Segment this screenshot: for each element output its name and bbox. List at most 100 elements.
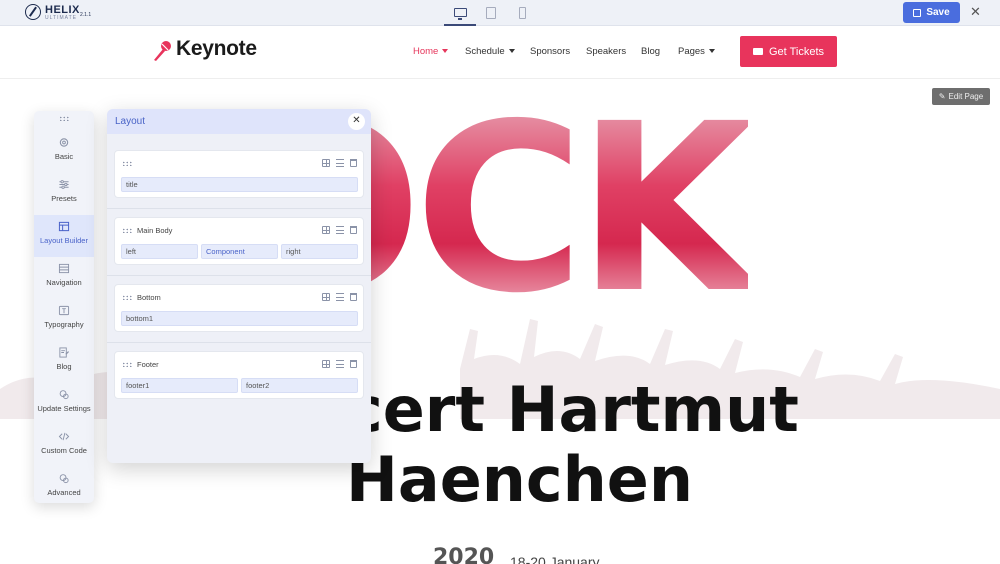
concert-title-line-1: cert Hartmut (346, 373, 799, 446)
layout-icon (58, 221, 70, 232)
app-version: 2.1.1 (80, 12, 92, 18)
mobile-icon (518, 7, 526, 19)
row-delete-icon[interactable] (350, 159, 357, 167)
row-drag-handle-icon[interactable] (122, 161, 132, 166)
row-delete-icon[interactable] (350, 293, 357, 301)
sidebar-item-advanced[interactable]: Advanced (34, 467, 94, 509)
sliders-icon (59, 180, 69, 189)
row-name: Bottom (137, 293, 161, 302)
layout-panel-title: Layout (115, 116, 146, 127)
sidebar-item-label: Presets (51, 194, 77, 203)
row-settings-icon[interactable] (336, 293, 344, 301)
layout-column[interactable]: Component (201, 244, 278, 259)
sidebar-item-label: Navigation (46, 278, 82, 287)
layout-row-bottom[interactable]: Bottom bottom1 (114, 284, 364, 332)
layout-column[interactable]: footer1 (121, 378, 238, 393)
layout-panel: Layout ✕ title Main Body left Component … (107, 109, 371, 463)
sidebar-item-update-settings[interactable]: Update Settings (34, 383, 94, 425)
layout-row-main-body[interactable]: Main Body left Component right (114, 217, 364, 265)
layout-column[interactable]: left (121, 244, 198, 259)
sidebar-item-blog[interactable]: Blog (34, 341, 94, 383)
row-settings-icon[interactable] (336, 159, 344, 167)
document-edit-icon (59, 347, 70, 358)
sidebar-item-label: Update Settings (37, 404, 91, 413)
tablet-view-button[interactable] (475, 0, 507, 26)
row-name: Main Body (137, 226, 173, 235)
row-delete-icon[interactable] (350, 226, 357, 234)
get-tickets-label: Get Tickets (768, 45, 825, 58)
row-columns-icon[interactable] (322, 226, 330, 234)
layout-row-footer[interactable]: Footer footer1 footer2 (114, 351, 364, 399)
drag-handle-icon[interactable] (59, 116, 69, 121)
nav-item-blog[interactable]: Blog (641, 46, 660, 57)
nav-item-schedule[interactable]: Schedule (465, 46, 515, 57)
concert-title-line-2: Haenchen (346, 443, 693, 516)
desktop-view-button[interactable] (444, 0, 476, 26)
layout-column[interactable]: title (121, 177, 358, 192)
layout-column[interactable]: right (281, 244, 358, 259)
close-panel-button[interactable]: ✕ (348, 113, 365, 130)
row-divider (107, 275, 371, 276)
row-drag-handle-icon[interactable] (122, 362, 132, 367)
layout-column[interactable]: footer2 (241, 378, 358, 393)
gear-icon (59, 138, 69, 147)
advanced-icon (59, 474, 69, 484)
row-drag-handle-icon[interactable] (122, 295, 132, 300)
row-drag-handle-icon[interactable] (122, 228, 132, 233)
layout-row-title[interactable]: title (114, 150, 364, 198)
save-icon (913, 8, 922, 17)
layout-panel-header[interactable]: Layout ✕ (107, 109, 371, 134)
edit-icon: ✎ (938, 92, 946, 101)
app-subtitle: ULTIMATE (45, 15, 77, 21)
row-name: Footer (137, 360, 159, 369)
settings-sidebar: Basic Presets Layout Builder Navigation … (34, 111, 94, 503)
desktop-icon (453, 7, 467, 20)
row-delete-icon[interactable] (350, 360, 357, 368)
sidebar-item-label: Blog (56, 362, 72, 371)
sidebar-item-label: Typography (44, 320, 84, 329)
sidebar-item-label: Layout Builder (40, 236, 88, 245)
row-columns-icon[interactable] (322, 293, 330, 301)
row-settings-icon[interactable] (336, 226, 344, 234)
menu-list-icon (58, 263, 70, 274)
layout-column[interactable]: bottom1 (121, 311, 358, 326)
sidebar-item-custom-code[interactable]: Custom Code (34, 425, 94, 467)
sidebar-item-label: Basic (54, 152, 74, 161)
helix-logo-icon (25, 4, 41, 20)
nav-item-home[interactable]: Home (413, 46, 449, 57)
nav-item-sponsors[interactable]: Sponsors (530, 46, 570, 57)
update-icon (59, 390, 69, 400)
sidebar-item-label: Custom Code (41, 446, 87, 455)
caret-down-icon (508, 49, 515, 53)
row-divider (107, 342, 371, 343)
close-editor-button[interactable]: ✕ (970, 5, 981, 19)
text-icon (58, 305, 70, 316)
ticket-icon (752, 48, 763, 55)
sidebar-item-navigation[interactable]: Navigation (34, 257, 94, 299)
row-columns-icon[interactable] (322, 360, 330, 368)
tablet-icon (486, 7, 496, 19)
get-tickets-button[interactable]: Get Tickets (740, 36, 837, 67)
row-settings-icon[interactable] (336, 360, 344, 368)
nav-item-pages[interactable]: Pages (678, 46, 715, 57)
site-header: Keynote Home Schedule Sponsors Speakers … (0, 26, 1000, 79)
row-columns-icon[interactable] (322, 159, 330, 167)
concert-year: 2020 (433, 545, 495, 564)
sidebar-item-basic[interactable]: Basic (34, 131, 94, 173)
sidebar-item-layout-builder[interactable]: Layout Builder (34, 215, 94, 257)
sidebar-item-typography[interactable]: Typography (34, 299, 94, 341)
concert-dates: 18-20 January (510, 554, 600, 564)
save-label: Save (926, 7, 950, 18)
sidebar-item-label: Advanced (47, 488, 81, 497)
caret-down-icon (708, 49, 715, 53)
mobile-view-button[interactable] (506, 0, 538, 26)
microphone-logo-icon (154, 41, 171, 61)
save-button[interactable]: Save (903, 2, 960, 23)
sidebar-item-presets[interactable]: Presets (34, 173, 94, 215)
helix-toolbar: HELIX ULTIMATE 2.1.1 Save ✕ (0, 0, 1000, 26)
brand-name[interactable]: Keynote (176, 37, 257, 61)
nav-item-speakers[interactable]: Speakers (586, 46, 626, 57)
concert-title: cert Hartmut Haenchen (346, 375, 799, 515)
row-divider (107, 208, 371, 209)
edit-page-button[interactable]: ✎ Edit Page (932, 88, 990, 105)
